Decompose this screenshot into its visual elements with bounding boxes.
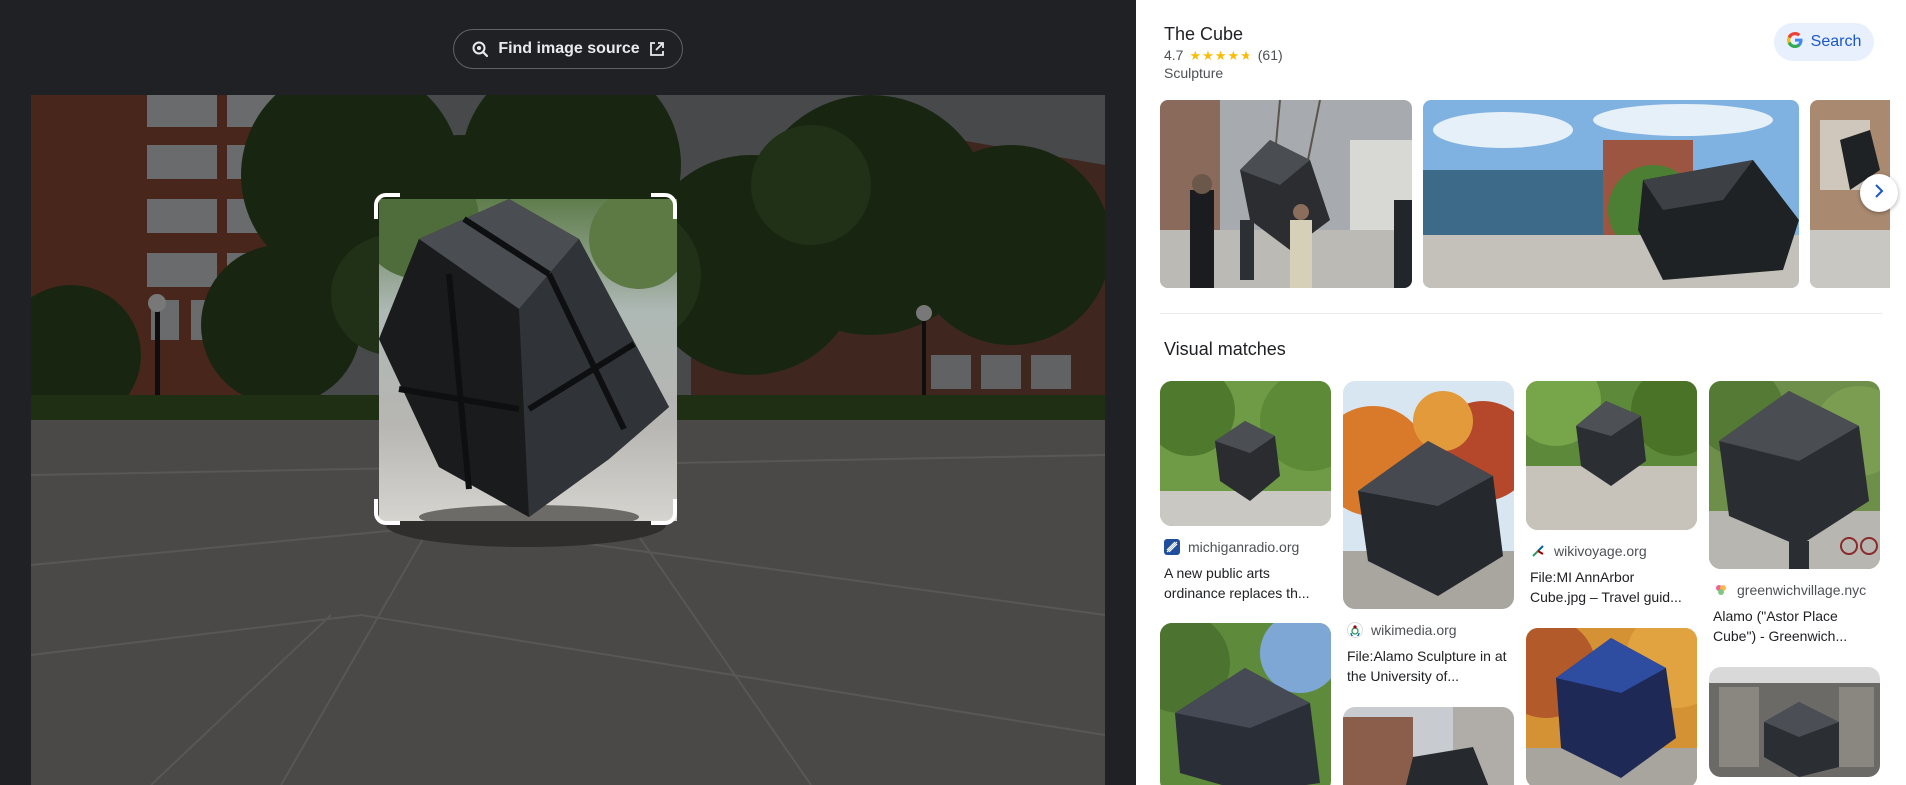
visual-match-card[interactable] — [1526, 628, 1697, 785]
visual-match-thumbnail[interactable] — [1343, 381, 1514, 609]
entity-rating: 4.7 ★ ★ ★ ★ ★ (61) — [1164, 47, 1283, 63]
visual-match-thumbnail[interactable] — [1160, 623, 1331, 785]
visual-match-card[interactable] — [1709, 667, 1880, 777]
section-divider — [1160, 313, 1882, 314]
visual-match-card[interactable]: wikivoyage.org File:MI AnnArbor Cube.jpg… — [1526, 381, 1697, 607]
crop-handle-bottom-left[interactable] — [374, 499, 400, 525]
visual-match-thumbnail[interactable] — [1709, 381, 1880, 569]
visual-match-source[interactable]: wikivoyage.org — [1526, 543, 1697, 559]
visual-match-title[interactable]: Alamo ("Astor Place Cube") - Greenwich..… — [1709, 606, 1877, 646]
visual-match-card[interactable]: michiganradio.org A new public arts ordi… — [1160, 381, 1331, 603]
external-link-icon — [649, 41, 665, 57]
source-domain: wikivoyage.org — [1554, 543, 1647, 559]
crop-handle-top-right[interactable] — [651, 193, 677, 219]
visual-match-source[interactable]: michiganradio.org — [1160, 539, 1331, 555]
search-button-label: Search — [1810, 33, 1862, 50]
michiganradio-favicon-icon — [1164, 539, 1180, 555]
uploaded-photo — [31, 95, 1105, 785]
source-domain: greenwichvillage.nyc — [1737, 582, 1867, 598]
google-g-icon — [1786, 31, 1803, 53]
visual-match-thumbnail[interactable] — [1709, 667, 1880, 777]
visual-match-card[interactable] — [1343, 707, 1514, 785]
star-icon: ★ — [1189, 47, 1202, 63]
entity-image[interactable] — [1423, 100, 1799, 288]
rating-value: 4.7 — [1164, 47, 1184, 63]
crop-handle-bottom-right[interactable] — [651, 499, 677, 525]
visual-match-thumbnail[interactable] — [1526, 628, 1697, 785]
entity-title[interactable]: The Cube — [1164, 24, 1243, 45]
visual-matches-heading: Visual matches — [1164, 339, 1286, 359]
star-icon: ★ — [1227, 47, 1240, 63]
visual-match-title[interactable]: File:Alamo Sculpture in at the Universit… — [1343, 646, 1511, 686]
wikivoyage-favicon-icon — [1530, 543, 1546, 559]
visual-match-card[interactable]: wikimedia.org File:Alamo Sculpture in at… — [1343, 381, 1514, 686]
visual-match-title[interactable]: A new public arts ordinance replaces th.… — [1160, 563, 1328, 603]
find-image-source-label: Find image source — [498, 40, 640, 57]
crop-handle-top-left[interactable] — [374, 193, 400, 219]
visual-match-thumbnail[interactable] — [1526, 381, 1697, 530]
source-domain: michiganradio.org — [1188, 539, 1300, 555]
lens-search-icon — [471, 40, 489, 58]
visual-match-thumbnail[interactable] — [1343, 707, 1514, 785]
visual-match-card[interactable] — [1160, 623, 1331, 785]
star-icon: ★ — [1214, 47, 1227, 63]
wikimedia-favicon-icon — [1347, 622, 1363, 638]
visual-match-title[interactable]: File:MI AnnArbor Cube.jpg – Travel guid.… — [1526, 567, 1694, 607]
selected-crop-region[interactable] — [379, 199, 677, 521]
half-star-icon: ★ — [1240, 47, 1252, 63]
star-icon: ★ — [1202, 47, 1214, 63]
visual-match-card[interactable]: greenwichvillage.nyc Alamo ("Astor Place… — [1709, 381, 1880, 646]
star-rating: ★ ★ ★ ★ ★ — [1189, 49, 1251, 62]
visual-match-source[interactable]: greenwichvillage.nyc — [1709, 582, 1880, 598]
greenwichvillage-favicon-icon — [1713, 582, 1729, 598]
find-image-source-button[interactable]: Find image source — [453, 29, 683, 69]
carousel-next-button[interactable] — [1860, 174, 1898, 212]
entity-category: Sculpture — [1164, 65, 1224, 81]
google-search-button[interactable]: Search — [1774, 23, 1874, 61]
visual-match-thumbnail[interactable] — [1160, 381, 1331, 526]
review-count[interactable]: (61) — [1258, 47, 1283, 63]
results-panel: The Cube 4.7 ★ ★ ★ ★ ★ (61) Sculpture Se… — [1136, 0, 1906, 785]
visual-match-source[interactable]: wikimedia.org — [1343, 622, 1514, 638]
source-domain: wikimedia.org — [1371, 622, 1457, 638]
entity-image[interactable] — [1160, 100, 1412, 288]
image-viewer-panel: Find image source — [0, 0, 1136, 785]
chevron-right-icon — [1873, 183, 1885, 203]
